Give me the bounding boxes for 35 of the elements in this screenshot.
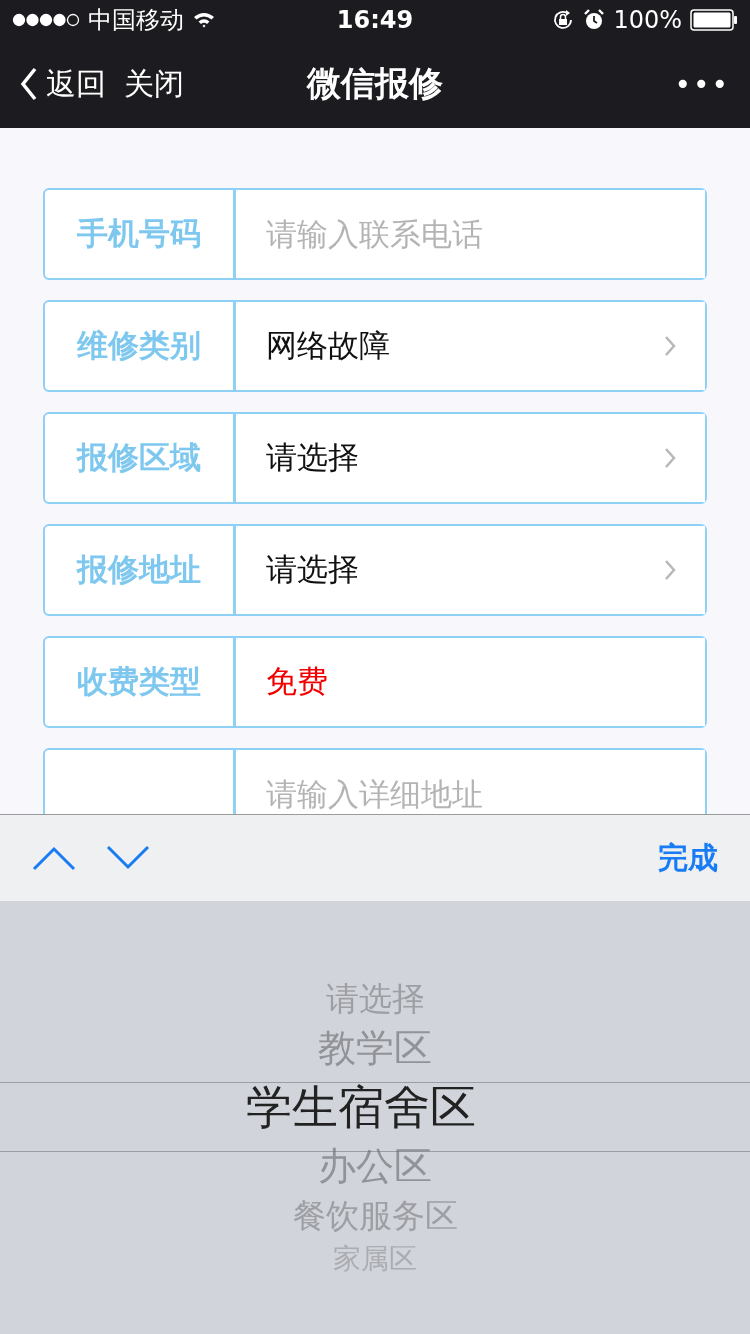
chevron-up-icon (32, 845, 76, 871)
wifi-icon (192, 11, 216, 29)
battery-icon (690, 9, 738, 31)
select-value: 网络故障 (266, 326, 390, 365)
close-button[interactable]: 关闭 (124, 63, 184, 105)
field-label: 报修区域 (77, 438, 201, 477)
picker-option[interactable]: 学生宿舍区 (246, 1075, 504, 1140)
chevron-right-icon (663, 446, 677, 470)
field-label: 报修地址 (77, 550, 201, 589)
back-button[interactable]: 返回 (20, 63, 106, 105)
carrier-name: 中国移动 (88, 5, 184, 36)
status-time: 16:49 (336, 6, 414, 34)
chevron-down-icon (106, 845, 150, 871)
chevron-right-icon (663, 334, 677, 358)
page-title: 微信报修 (307, 62, 443, 105)
form-field[interactable]: 报修区域 请选择 (43, 412, 707, 504)
field-label: 收费类型 (77, 662, 201, 701)
alarm-icon (583, 9, 606, 31)
form-field[interactable]: 收费类型 免费 (43, 636, 707, 728)
form-field[interactable]: 维修类别 网络故障 (43, 300, 707, 392)
form-field[interactable]: 报修地址 请选择 (43, 524, 707, 616)
next-button[interactable] (106, 845, 150, 871)
chevron-left-icon (20, 67, 38, 101)
chevron-right-icon (663, 558, 677, 582)
form-field[interactable]: 请输入详细地址 (43, 748, 707, 814)
previous-button[interactable] (32, 845, 76, 871)
field-label: 手机号码 (77, 214, 201, 253)
select-value: 请选择 (266, 438, 359, 477)
more-button[interactable]: ••• (674, 67, 730, 101)
select-value: 请选择 (266, 550, 359, 589)
signal-icon (12, 13, 80, 27)
field-label: 维修类别 (77, 326, 201, 365)
fee-value: 免费 (266, 662, 328, 701)
battery-percent: 100% (613, 6, 682, 34)
done-button[interactable]: 完成 (658, 837, 718, 879)
